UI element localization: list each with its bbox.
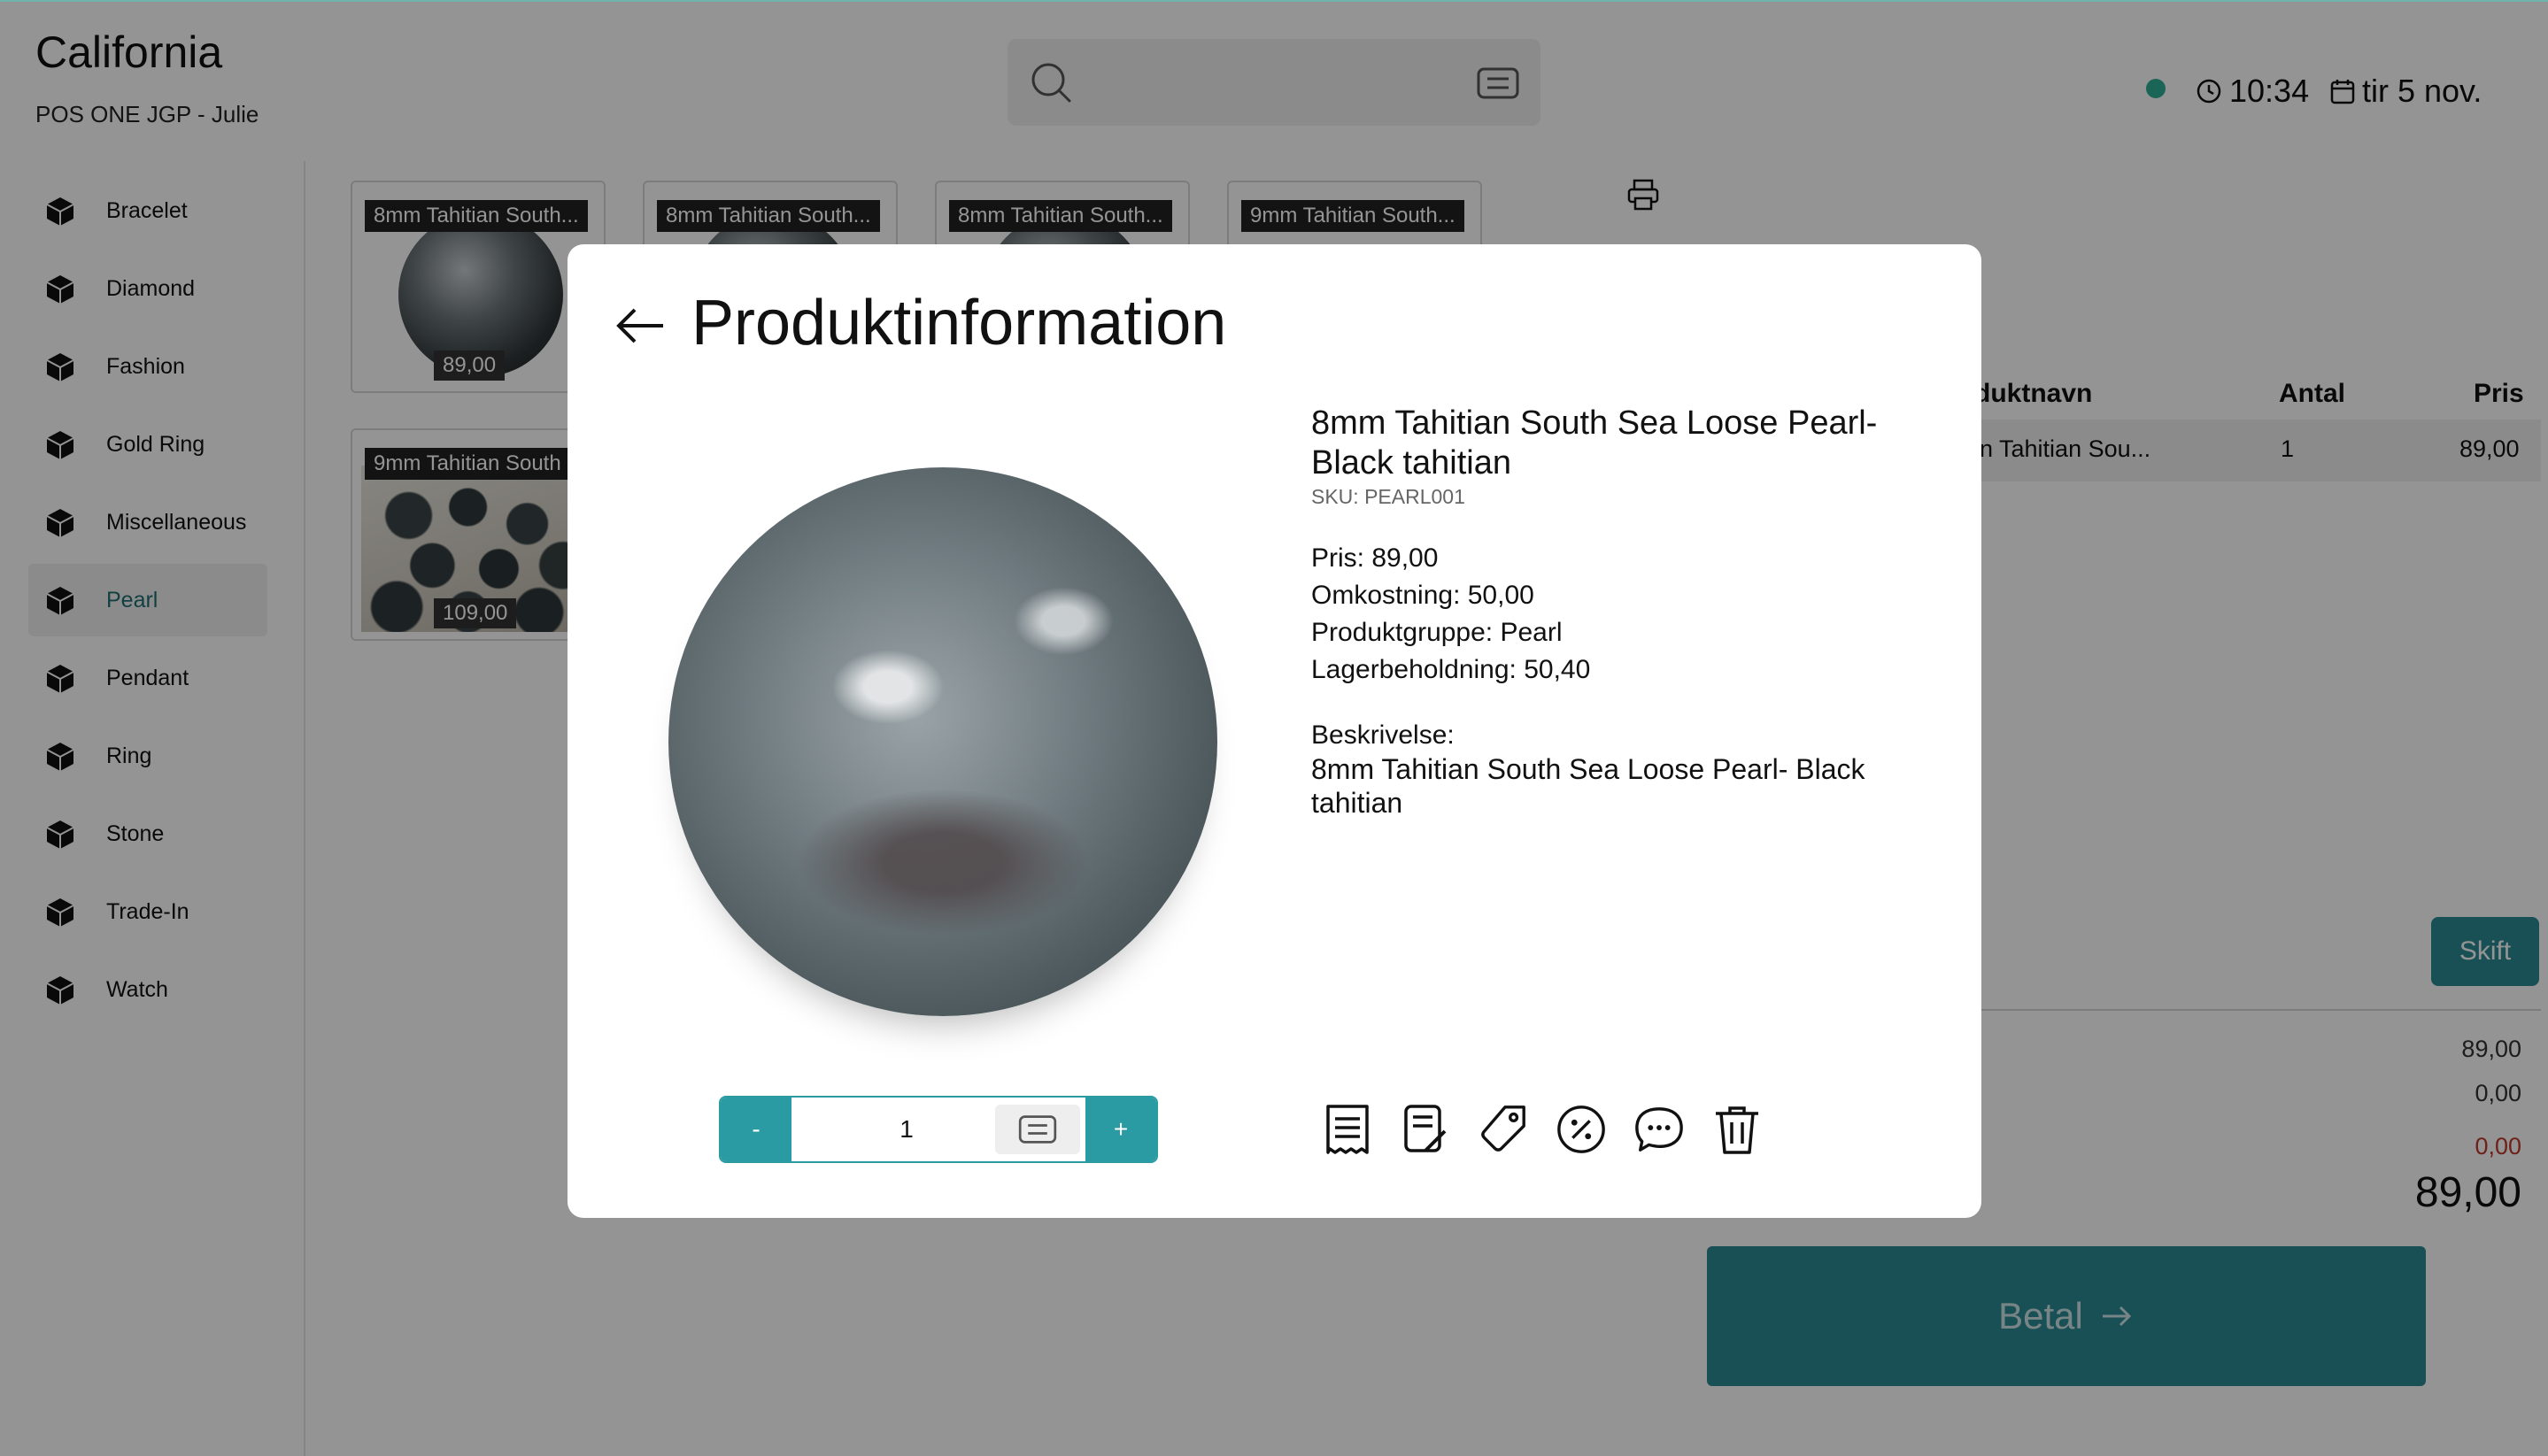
description-label: Beskrivelse: bbox=[1311, 720, 1455, 750]
quantity-value[interactable]: 1 bbox=[880, 1115, 933, 1144]
product-group: Produktgruppe: Pearl bbox=[1311, 618, 1563, 647]
decrease-quantity-button[interactable]: - bbox=[721, 1098, 791, 1161]
receipt-button[interactable] bbox=[1322, 1101, 1373, 1158]
product-price: Pris: 89,00 bbox=[1311, 543, 1439, 573]
product-actions bbox=[1322, 1101, 1763, 1158]
edit-note-icon bbox=[1404, 1105, 1447, 1152]
product-description: 8mm Tahitian South Sea Loose Pearl- Blac… bbox=[1311, 753, 1865, 819]
quantity-keyboard-button[interactable] bbox=[995, 1105, 1080, 1154]
product-cost: Omkostning: 50,00 bbox=[1311, 581, 1534, 610]
increase-quantity-button[interactable]: + bbox=[1085, 1098, 1156, 1161]
product-stock: Lagerbeholdning: 50,40 bbox=[1311, 655, 1591, 684]
product-info-modal: Produktinformation 8mm Tahitian South Se… bbox=[568, 244, 1981, 1218]
keyboard-icon bbox=[1018, 1115, 1057, 1144]
quantity-stepper: - 1 + bbox=[719, 1096, 1158, 1163]
product-sku: SKU: PEARL001 bbox=[1311, 485, 1465, 508]
receipt-icon bbox=[1326, 1105, 1369, 1154]
discount-button[interactable] bbox=[1556, 1101, 1607, 1158]
product-name: 8mm Tahitian South Sea Loose Pearl- Blac… bbox=[1311, 404, 1878, 481]
trash-icon bbox=[1716, 1106, 1758, 1154]
percent-icon bbox=[1557, 1105, 1605, 1153]
back-arrow-icon[interactable] bbox=[612, 297, 668, 354]
comment-icon bbox=[1635, 1107, 1683, 1152]
comment-button[interactable] bbox=[1633, 1101, 1685, 1158]
edit-note-button[interactable] bbox=[1400, 1101, 1451, 1158]
tag-button[interactable] bbox=[1478, 1101, 1529, 1158]
delete-button[interactable] bbox=[1711, 1101, 1763, 1158]
tag-icon bbox=[1481, 1105, 1525, 1152]
product-photo bbox=[647, 430, 1217, 1050]
pos-app: California POS ONE JGP - Julie 10:34 tir… bbox=[0, 0, 2548, 1456]
modal-title: Produktinformation bbox=[691, 288, 1227, 358]
pearl-image bbox=[668, 467, 1217, 1016]
